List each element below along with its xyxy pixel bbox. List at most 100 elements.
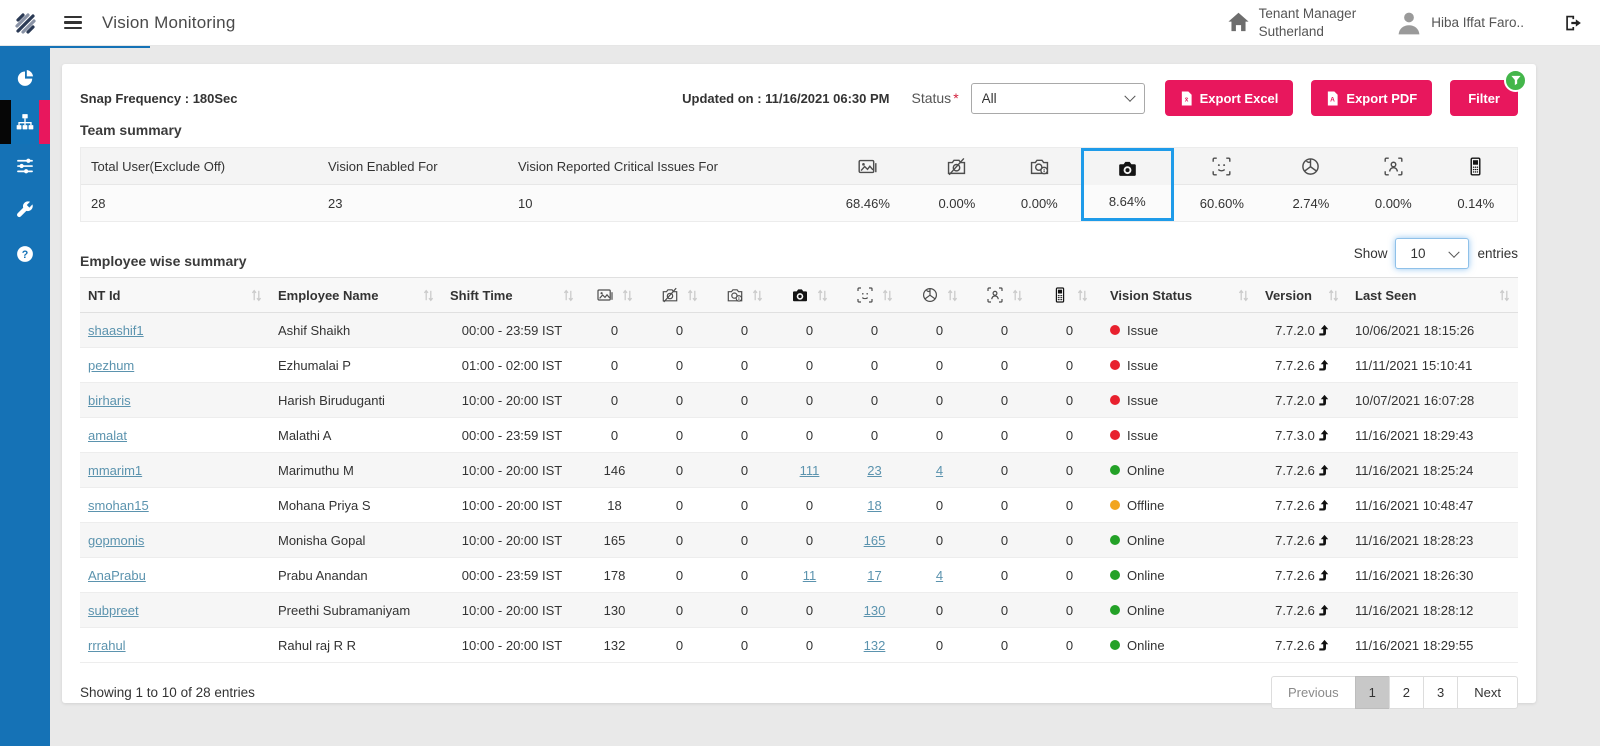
column-header-employee-name[interactable]: Employee Name xyxy=(270,277,442,313)
version-text: 7.7.2.6 xyxy=(1275,567,1315,583)
sidebar-item-pie-chart[interactable] xyxy=(0,56,50,100)
team-summary-value: 60.60% xyxy=(1173,185,1270,221)
sort-icon xyxy=(563,289,574,302)
column-header-camera-off[interactable] xyxy=(647,277,712,313)
column-header-shift-time[interactable]: Shift Time xyxy=(442,277,582,313)
count-link[interactable]: 111 xyxy=(800,463,820,478)
status-dot xyxy=(1110,605,1120,615)
version-upgrade-icon xyxy=(1318,499,1329,512)
count-link[interactable]: 4 xyxy=(936,568,943,583)
column-header-vision-status[interactable]: Vision Status xyxy=(1102,277,1257,313)
sort-icon xyxy=(1238,289,1249,302)
nt-id-link[interactable]: pezhum xyxy=(88,358,134,373)
nt-id-link[interactable]: smohan15 xyxy=(88,498,149,513)
nt-id-link[interactable]: shaashif1 xyxy=(88,323,144,338)
sidebar-item-help[interactable] xyxy=(0,232,50,276)
column-header-camera-timer[interactable] xyxy=(712,277,777,313)
logout-button[interactable] xyxy=(1564,14,1582,32)
count-cell: 0 xyxy=(972,382,1037,418)
nt-id-cell: rrrahul xyxy=(80,627,270,663)
count-cell: 0 xyxy=(842,347,907,383)
nt-id-cell: AnaPrabu xyxy=(80,557,270,593)
nt-id-link[interactable]: subpreet xyxy=(88,603,139,618)
export-excel-button[interactable]: Export Excel xyxy=(1164,80,1294,116)
camera-timer-icon xyxy=(727,287,743,303)
nt-id-link[interactable]: AnaPrabu xyxy=(88,568,146,583)
count-link[interactable]: 23 xyxy=(867,463,881,478)
pagination-page-1[interactable]: 1 xyxy=(1354,676,1390,709)
count-cell: 0 xyxy=(647,312,712,348)
last-seen-cell: 11/16/2021 18:29:55 xyxy=(1347,627,1518,663)
sidebar-item-sitemap[interactable] xyxy=(0,100,50,144)
sidebar-item-sliders[interactable] xyxy=(0,144,50,188)
vision-status-cell: Issue xyxy=(1102,382,1257,418)
nt-id-link[interactable]: gopmonis xyxy=(88,533,144,548)
menu-icon[interactable] xyxy=(64,15,82,30)
filter-button[interactable]: Filter xyxy=(1450,69,1527,116)
table-row: mmarim1 Marimuthu M 10:00 - 20:00 IST 146 0 0… xyxy=(80,452,1518,488)
sidebar-item-wrench[interactable] xyxy=(0,188,50,232)
nt-id-link[interactable]: rrrahul xyxy=(88,638,126,653)
help-icon xyxy=(16,245,34,263)
count-cell: 132 xyxy=(842,627,907,663)
count-cell: 0 xyxy=(1037,487,1102,523)
count-cell: 0 xyxy=(777,627,842,663)
column-header-nt-id[interactable]: NT Id xyxy=(80,277,270,313)
status-select[interactable]: All xyxy=(970,82,1145,114)
count-link[interactable]: 165 xyxy=(864,533,886,548)
excel-file-icon xyxy=(1180,91,1193,106)
pagination-page-3[interactable]: 3 xyxy=(1423,676,1459,709)
count-cell: 0 xyxy=(1037,417,1102,453)
count-cell: 0 xyxy=(647,417,712,453)
status-text: Issue xyxy=(1127,322,1159,338)
page-size-select[interactable]: 10 xyxy=(1395,238,1470,269)
column-header-face-scan[interactable] xyxy=(842,277,907,313)
pagination-page-2[interactable]: 2 xyxy=(1388,676,1425,709)
count-cell: 0 xyxy=(712,347,777,383)
column-header-label: Shift Time xyxy=(450,287,513,303)
last-seen-cell: 10/07/2021 16:07:28 xyxy=(1347,382,1518,418)
column-header-person-scan[interactable] xyxy=(972,277,1037,313)
pagination-next-button[interactable]: Next xyxy=(1457,676,1518,709)
nt-id-link[interactable]: amalat xyxy=(88,428,127,443)
version-cell: 7.7.2.6 xyxy=(1257,452,1347,488)
column-header-face-covered[interactable] xyxy=(907,277,972,313)
table-row: pezhum Ezhumalai P 01:00 - 02:00 IST 0 0 0 0 0 0… xyxy=(80,347,1518,383)
nt-id-cell: amalat xyxy=(80,417,270,453)
count-link[interactable]: 17 xyxy=(867,568,881,583)
column-header-mobile[interactable] xyxy=(1037,277,1102,313)
export-pdf-button[interactable]: Export PDF xyxy=(1311,80,1433,116)
tenant-home-button[interactable]: Tenant Manager Sutherland xyxy=(1227,5,1356,40)
nt-id-link[interactable]: mmarim1 xyxy=(88,463,142,478)
last-seen-cell: 11/16/2021 18:28:23 xyxy=(1347,522,1518,558)
count-link[interactable]: 18 xyxy=(867,498,881,513)
column-header-image[interactable] xyxy=(582,277,647,313)
team-summary-icon-header xyxy=(1269,148,1353,185)
entries-label: entries xyxy=(1477,246,1518,261)
vision-status-cell: Online xyxy=(1102,522,1257,558)
count-link[interactable]: 130 xyxy=(864,603,886,618)
status-dot xyxy=(1110,570,1120,580)
count-cell: 23 xyxy=(842,452,907,488)
version-text: 7.7.2.6 xyxy=(1275,637,1315,653)
count-cell: 0 xyxy=(907,347,972,383)
employee-name-cell: Malathi A xyxy=(270,417,442,453)
column-header-version[interactable]: Version xyxy=(1257,277,1347,313)
employee-summary-title: Employee wise summary xyxy=(80,253,247,269)
pagination-previous-button[interactable]: Previous xyxy=(1270,676,1356,709)
count-link[interactable]: 4 xyxy=(936,463,943,478)
version-cell: 7.7.2.6 xyxy=(1257,627,1347,663)
column-header-label: Version xyxy=(1265,287,1312,303)
nt-id-link[interactable]: birharis xyxy=(88,393,131,408)
column-header-camera-solid[interactable] xyxy=(777,277,842,313)
count-cell: 0 xyxy=(647,382,712,418)
version-text: 7.7.2.0 xyxy=(1275,322,1315,338)
count-link[interactable]: 132 xyxy=(864,638,886,653)
status-text: Online xyxy=(1127,602,1165,618)
column-header-last-seen[interactable]: Last Seen xyxy=(1347,277,1518,313)
top-header-bar: Vision Monitoring Tenant Manager Sutherl… xyxy=(0,0,1600,46)
count-link[interactable]: 11 xyxy=(803,568,817,583)
version-text: 7.7.2.6 xyxy=(1275,602,1315,618)
count-cell: 0 xyxy=(972,347,1037,383)
user-menu[interactable]: Hiba Iffat Faro.. xyxy=(1396,10,1524,36)
